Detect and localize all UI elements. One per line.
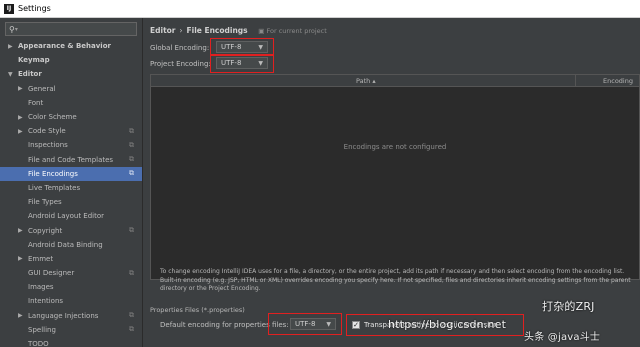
breadcrumb: Editor › File Encodings ▣ For current proj… — [150, 26, 327, 35]
app-icon: IJ — [4, 3, 14, 14]
search-field[interactable]: ⚲ ▾ — [5, 22, 137, 36]
sidebar-item-label: Inspections — [28, 141, 68, 150]
encoding-info-text: To change encoding IntelliJ IDEA uses fo… — [160, 268, 631, 292]
sidebar-item-label: Spelling — [28, 325, 56, 334]
project-scope-icon: ⧉ — [129, 226, 134, 235]
expand-arrow-icon[interactable]: ▶ — [18, 255, 23, 262]
page-title: File Encodings — [186, 26, 248, 35]
sidebar-item-label: File and Code Templates — [28, 155, 114, 164]
settings-sidebar: ⚲ ▾ ▶ Appearance & Behavior Keymap ▼ Editor ▶ G… — [0, 18, 143, 347]
window-titlebar: IJ Settings — [0, 0, 640, 18]
watermark-top: 打杂的ZRJ — [542, 300, 595, 313]
sidebar-item-label: Copyright — [28, 226, 63, 235]
sidebar-item-spelling[interactable]: Spelling ⧉ — [0, 323, 142, 337]
sidebar-item-live-templates[interactable]: Live Templates — [0, 181, 142, 195]
table-header: Path ▴ Encoding — [151, 75, 639, 87]
sidebar-item-label: Color Scheme — [28, 113, 77, 122]
global-encoding-label: Global Encoding: — [150, 44, 210, 52]
sidebar-item-label: Appearance & Behavior — [18, 42, 111, 51]
sidebar-item-code-style[interactable]: ▶ Code Style ⧉ — [0, 124, 142, 138]
project-scope-icon: ⧉ — [129, 169, 134, 178]
sidebar-item-color-scheme[interactable]: ▶ Color Scheme — [0, 110, 142, 124]
sidebar-item-label: Intentions — [28, 297, 64, 306]
sidebar-item-label: General — [28, 84, 56, 93]
sidebar-item-editor[interactable]: ▼ Editor — [0, 67, 142, 81]
scope-hint: ▣ For current project — [258, 27, 327, 35]
expand-arrow-icon[interactable]: ▶ — [18, 85, 23, 92]
watermark-url: https://blog.csdn.net — [388, 318, 507, 331]
sidebar-item-language-injections[interactable]: ▶ Language Injections ⧉ — [0, 309, 142, 323]
sidebar-item-android-data-binding[interactable]: Android Data Binding — [0, 238, 142, 252]
sidebar-item-images[interactable]: Images — [0, 280, 142, 294]
highlight-box — [268, 313, 342, 335]
project-scope-icon: ⧉ — [129, 311, 134, 320]
expand-arrow-icon[interactable]: ▶ — [18, 312, 23, 319]
sidebar-item-label: File Encodings — [28, 169, 78, 178]
sidebar-item-label: Android Layout Editor — [28, 212, 105, 221]
expand-arrow-icon[interactable]: ▶ — [18, 128, 23, 135]
expand-arrow-icon[interactable]: ▶ — [18, 114, 23, 121]
project-encoding-label: Project Encoding: — [150, 60, 211, 68]
sidebar-item-emmet[interactable]: ▶ Emmet — [0, 252, 142, 266]
sidebar-item-file-encodings[interactable]: File Encodings ⧉ — [0, 166, 142, 181]
properties-section-title: Properties Files (*.properties) — [150, 306, 245, 314]
sidebar-item-keymap[interactable]: Keymap — [0, 53, 142, 67]
sidebar-item-label: TODO — [28, 340, 49, 347]
project-scope-icon: ⧉ — [129, 155, 134, 164]
sidebar-item-label: Keymap — [18, 56, 50, 65]
expand-arrow-icon[interactable]: ▶ — [8, 43, 13, 50]
project-scope-icon: ⧉ — [129, 325, 134, 334]
breadcrumb-separator: › — [179, 26, 183, 35]
project-scope-icon: ⧉ — [129, 140, 134, 149]
column-divider[interactable] — [575, 75, 576, 87]
file-encodings-panel: Editor › File Encodings ▣ For current proj… — [144, 18, 640, 347]
sidebar-item-inspections[interactable]: Inspections ⧉ — [0, 138, 142, 152]
encodings-table[interactable]: Path ▴ Encoding Encodings are not config… — [150, 74, 640, 280]
sidebar-item-label: File Types — [28, 198, 62, 207]
collapse-arrow-icon[interactable]: ▼ — [8, 71, 13, 78]
sidebar-item-todo[interactable]: TODO — [0, 337, 142, 347]
sidebar-item-intentions[interactable]: Intentions — [0, 294, 142, 308]
sidebar-item-general[interactable]: ▶ General — [0, 82, 142, 96]
sidebar-item-label: Live Templates — [28, 183, 81, 192]
sidebar-item-label: Code Style — [28, 127, 66, 136]
watermark-author: 头条 @java斗士 — [524, 332, 601, 343]
window-title: Settings — [18, 4, 51, 13]
sidebar-item-gui-designer[interactable]: GUI Designer ⧉ — [0, 266, 142, 280]
sidebar-item-copyright[interactable]: ▶ Copyright ⧉ — [0, 223, 142, 237]
sidebar-item-appearance-behavior[interactable]: ▶ Appearance & Behavior — [0, 39, 142, 53]
settings-tree: ▶ Appearance & Behavior Keymap ▼ Editor ▶ Gene… — [0, 39, 142, 347]
breadcrumb-section[interactable]: Editor — [150, 26, 176, 35]
sidebar-item-label: Language Injections — [28, 311, 99, 320]
project-scope-icon: ⧉ — [129, 268, 134, 277]
column-header-path[interactable]: Path ▴ — [356, 77, 376, 85]
column-header-encoding[interactable]: Encoding — [603, 77, 633, 85]
highlight-box — [210, 54, 274, 73]
sidebar-item-label: Android Data Binding — [28, 240, 103, 249]
sidebar-item-file-and-code-templates[interactable]: File and Code Templates ⧉ — [0, 153, 142, 167]
sidebar-item-font[interactable]: Font — [0, 96, 142, 110]
sidebar-item-android-layout-editor[interactable]: Android Layout Editor — [0, 209, 142, 223]
sidebar-item-file-types[interactable]: File Types — [0, 195, 142, 209]
sidebar-item-label: Font — [28, 98, 44, 107]
sidebar-item-label: GUI Designer — [28, 269, 75, 278]
expand-arrow-icon[interactable]: ▶ — [18, 227, 23, 234]
sidebar-item-label: Images — [28, 283, 54, 292]
sidebar-item-label: Editor — [18, 70, 42, 79]
empty-table-message: Encodings are not configured — [343, 143, 447, 151]
sidebar-item-label: Emmet — [28, 254, 54, 263]
project-scope-icon: ⧉ — [129, 126, 134, 135]
